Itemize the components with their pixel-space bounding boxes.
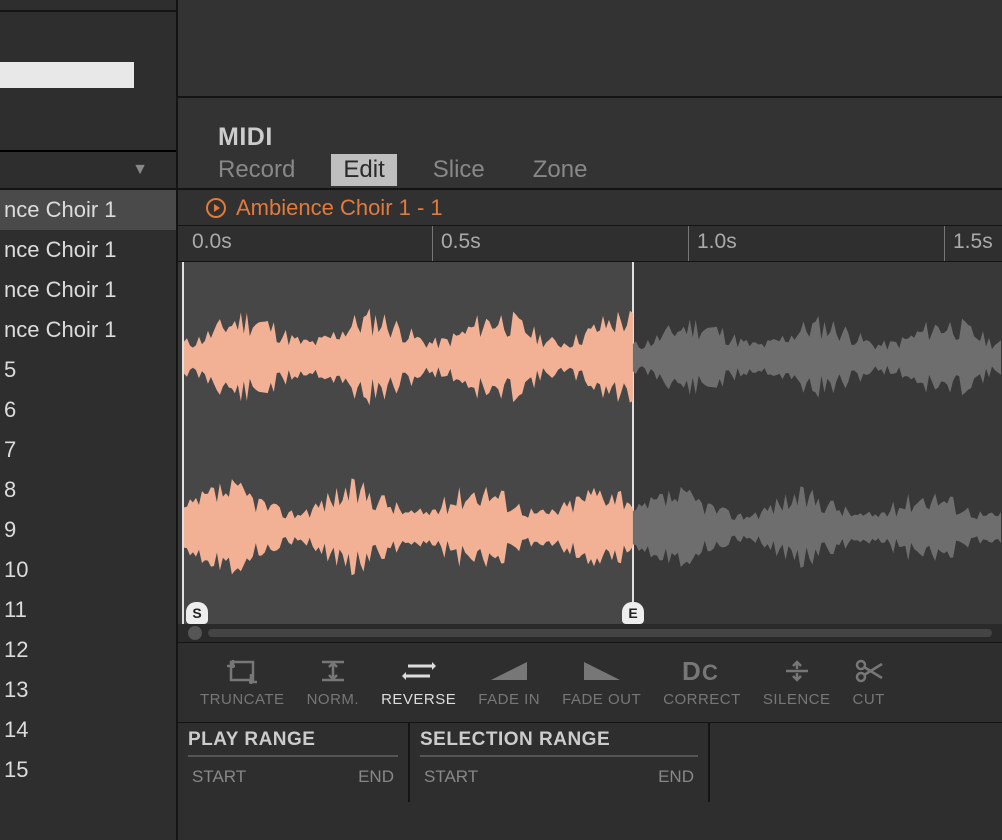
sample-slot-list: nce Choir 1 nce Choir 1 nce Choir 1 nce … bbox=[0, 190, 176, 840]
sample-slot[interactable]: 15 bbox=[0, 750, 176, 790]
range-row: PLAY RANGE START END SELECTION RANGE STA… bbox=[178, 722, 1002, 802]
sample-slot[interactable]: nce Choir 1 bbox=[0, 270, 176, 310]
sample-slot[interactable]: 9 bbox=[0, 510, 176, 550]
sample-slot[interactable]: 14 bbox=[0, 710, 176, 750]
scroll-knob[interactable] bbox=[188, 626, 202, 640]
sample-title-bar: Ambience Choir 1 - 1 bbox=[178, 190, 1002, 226]
sample-slot[interactable]: nce Choir 1 bbox=[0, 310, 176, 350]
truncate-button[interactable]: TRUNCATE bbox=[200, 657, 285, 708]
start-marker[interactable]: S bbox=[186, 602, 208, 624]
tab-midi[interactable]: MIDI bbox=[218, 123, 273, 152]
sidebar: ▼ nce Choir 1 nce Choir 1 nce Choir 1 nc… bbox=[0, 0, 176, 840]
dc-correct-icon: DC bbox=[682, 657, 722, 685]
normalize-button[interactable]: NORM. bbox=[307, 657, 360, 708]
reverse-button[interactable]: REVERSE bbox=[381, 657, 456, 708]
silence-button[interactable]: SILENCE bbox=[763, 657, 831, 708]
fadeout-icon bbox=[582, 657, 622, 685]
sidebar-highlight[interactable] bbox=[0, 62, 134, 88]
svg-text:D: D bbox=[682, 658, 701, 684]
sel-start-label: START bbox=[424, 767, 478, 787]
sample-slot[interactable]: 12 bbox=[0, 630, 176, 670]
sample-slot[interactable]: nce Choir 1 bbox=[0, 190, 176, 230]
ruler-tick: 1.0s bbox=[688, 226, 737, 261]
fadeout-button[interactable]: FADE OUT bbox=[562, 657, 641, 708]
sample-slot[interactable]: 11 bbox=[0, 590, 176, 630]
waveform-display[interactable]: S E bbox=[178, 262, 1002, 624]
svg-text:C: C bbox=[702, 660, 718, 684]
normalize-icon bbox=[318, 657, 348, 685]
end-marker[interactable]: E bbox=[622, 602, 644, 624]
sample-slot[interactable]: 13 bbox=[0, 670, 176, 710]
play-range-title: PLAY RANGE bbox=[188, 729, 398, 757]
main-top-area bbox=[178, 0, 1002, 98]
sample-name: Ambience Choir 1 - 1 bbox=[236, 195, 443, 221]
scissors-icon bbox=[854, 657, 884, 685]
sample-slot[interactable]: nce Choir 1 bbox=[0, 230, 176, 270]
play-icon[interactable] bbox=[206, 198, 226, 218]
cut-button[interactable]: CUT bbox=[853, 657, 885, 708]
ruler-tick: 0.0s bbox=[184, 226, 232, 261]
scroll-track[interactable] bbox=[208, 629, 992, 637]
main-tabbar: MIDI bbox=[178, 98, 1002, 152]
correct-button[interactable]: DC CORRECT bbox=[663, 657, 741, 708]
chevron-down-icon: ▼ bbox=[132, 161, 148, 179]
sidebar-dropdown[interactable]: ▼ bbox=[0, 152, 176, 190]
fadein-icon bbox=[489, 657, 529, 685]
tab-record[interactable]: Record bbox=[206, 154, 307, 186]
sidebar-top bbox=[0, 0, 176, 152]
sample-slot[interactable]: 5 bbox=[0, 350, 176, 390]
edit-mode-tabs: Record Edit Slice Zone bbox=[178, 152, 1002, 190]
sample-slot[interactable]: 8 bbox=[0, 470, 176, 510]
selection-range-panel: SELECTION RANGE START END bbox=[410, 723, 710, 802]
ruler-tick: 1.5s bbox=[944, 226, 993, 261]
sample-slot[interactable]: 7 bbox=[0, 430, 176, 470]
waveform-left-inactive bbox=[178, 288, 1002, 428]
tab-edit[interactable]: Edit bbox=[331, 154, 396, 186]
main-panel: MIDI Record Edit Slice Zone Ambience Cho… bbox=[176, 0, 1002, 840]
sample-slot[interactable]: 6 bbox=[0, 390, 176, 430]
selection-range-title: SELECTION RANGE bbox=[420, 729, 698, 757]
ruler-tick: 0.5s bbox=[432, 226, 481, 261]
tab-slice[interactable]: Slice bbox=[421, 154, 497, 186]
waveform-right-inactive bbox=[178, 458, 1002, 598]
truncate-icon bbox=[225, 657, 259, 685]
tab-zone[interactable]: Zone bbox=[521, 154, 600, 186]
sample-slot[interactable]: 10 bbox=[0, 550, 176, 590]
horizontal-scrollbar[interactable] bbox=[178, 624, 1002, 642]
edit-toolbar: TRUNCATE NORM. REVERSE FADE IN bbox=[178, 642, 1002, 722]
play-start-label: START bbox=[192, 767, 246, 787]
silence-icon bbox=[782, 657, 812, 685]
sel-end-label: END bbox=[658, 767, 694, 787]
fadein-button[interactable]: FADE IN bbox=[478, 657, 540, 708]
play-end-label: END bbox=[358, 767, 394, 787]
play-range-panel: PLAY RANGE START END bbox=[178, 723, 410, 802]
reverse-icon bbox=[402, 657, 436, 685]
time-ruler[interactable]: 0.0s 0.5s 1.0s 1.5s bbox=[178, 226, 1002, 262]
